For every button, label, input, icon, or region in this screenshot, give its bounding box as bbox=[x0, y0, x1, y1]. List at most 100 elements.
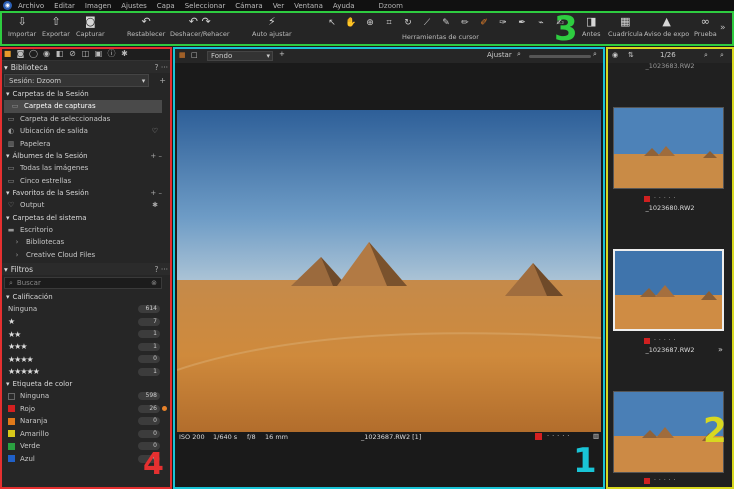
zoom-slider[interactable] bbox=[529, 55, 591, 58]
color-tag-icon[interactable] bbox=[535, 433, 542, 440]
favorite-settings-icon[interactable]: ✱ bbox=[152, 201, 158, 209]
crop-icon[interactable]: ⌗ bbox=[381, 17, 397, 29]
album-all[interactable]: ▭ Todas las imágenes bbox=[0, 162, 172, 175]
filters-search-input[interactable]: ⌕ Buscar ⊗ bbox=[4, 277, 162, 289]
zoom-fit-label[interactable]: Ajustar bbox=[487, 51, 512, 59]
color-row[interactable]: Naranja 0 bbox=[0, 415, 172, 428]
browser-search-icon[interactable]: ⌕ bbox=[720, 51, 724, 60]
single-view-icon[interactable]: □ bbox=[191, 51, 198, 59]
album-five-stars[interactable]: ▭ Cinco estrellas bbox=[0, 175, 172, 188]
rating-row[interactable]: ★ 7 bbox=[0, 316, 172, 329]
export-button[interactable]: ⇧ Exportar bbox=[42, 14, 70, 38]
grid-button[interactable]: ▦ Cuadrícula bbox=[608, 14, 643, 38]
zoom-in-icon[interactable]: ⌕ bbox=[593, 50, 597, 59]
session-select[interactable]: Sesión: Dzoom ▾ bbox=[4, 74, 150, 87]
menu-seleccionar[interactable]: Seleccionar bbox=[185, 2, 226, 10]
picker-icon[interactable]: ✎ bbox=[438, 17, 454, 29]
thumbnail-2-selected[interactable] bbox=[613, 249, 724, 331]
clear-search-icon[interactable]: ⊗ bbox=[151, 279, 157, 287]
star-rating-dots[interactable]: ····· bbox=[547, 432, 572, 440]
rating-row[interactable]: Ninguna 614 bbox=[0, 303, 172, 316]
layers-tab-icon[interactable]: ◧ bbox=[55, 49, 64, 58]
layer-select[interactable]: Fondo ▾ bbox=[207, 51, 273, 61]
gradient-icon[interactable]: ✒ bbox=[514, 17, 530, 29]
eye-icon[interactable]: ◉ bbox=[612, 51, 618, 59]
library-header[interactable]: ▾ Biblioteca ? ··· bbox=[0, 61, 172, 73]
panel-help-icon[interactable]: ? ··· bbox=[154, 63, 168, 72]
filters-help-icon[interactable]: ? ··· bbox=[154, 265, 168, 274]
expand-icon[interactable]: » bbox=[718, 345, 723, 354]
color-row[interactable]: Amarillo 0 bbox=[0, 428, 172, 441]
undo-redo-button[interactable]: ↶ ↷ Deshacer/Rehacer bbox=[170, 14, 230, 38]
exposure-warning-button[interactable]: ▲ Aviso de expo bbox=[644, 14, 689, 38]
settings-tab-icon[interactable]: ✱ bbox=[120, 49, 129, 58]
system-folders-header[interactable]: ▾ Carpetas del sistema bbox=[0, 212, 172, 224]
menu-capa[interactable]: Capa bbox=[157, 2, 175, 10]
browser-zoom-icon[interactable]: ⌕ bbox=[704, 51, 708, 60]
menu-camara[interactable]: Cámara bbox=[235, 2, 262, 10]
color-row[interactable]: Ninguna 598 bbox=[0, 390, 172, 403]
eraser-icon[interactable]: ✑ bbox=[495, 17, 511, 29]
thumb-3-rating[interactable]: ····· bbox=[644, 477, 679, 484]
sort-icon[interactable]: ⇅ bbox=[628, 51, 634, 59]
albums-header[interactable]: ▾ Álbumes de la Sesión + – bbox=[0, 150, 172, 162]
metadata-tab-icon[interactable]: ▣ bbox=[94, 49, 103, 58]
adjust-tab-icon[interactable]: ◫ bbox=[81, 49, 90, 58]
session-folders-header[interactable]: ▾ Carpetas de la Sesión bbox=[0, 88, 172, 100]
favorite-output[interactable]: ♡ Output ✱ bbox=[0, 199, 172, 212]
info-tab-icon[interactable]: ⓘ bbox=[107, 48, 116, 59]
rating-row[interactable]: ★★★★★ 1 bbox=[0, 366, 172, 379]
menu-imagen[interactable]: Imagen bbox=[85, 2, 111, 10]
library-tab-icon[interactable]: ■ bbox=[3, 49, 12, 58]
zoom-icon[interactable]: ⊕ bbox=[362, 17, 378, 29]
menu-ayuda[interactable]: Ayuda bbox=[333, 2, 355, 10]
menu-editar[interactable]: Editar bbox=[54, 2, 75, 10]
add-layer-icon[interactable]: + bbox=[279, 50, 285, 58]
filters-header[interactable]: ▾ Filtros ? ··· bbox=[0, 263, 172, 275]
menu-ventana[interactable]: Ventana bbox=[294, 2, 323, 10]
main-photo[interactable] bbox=[177, 110, 601, 432]
folder-output[interactable]: ◐ Ubicación de salida ♡ bbox=[0, 125, 172, 138]
lens-tab-icon[interactable]: ◯ bbox=[29, 49, 38, 58]
menu-ajustes[interactable]: Ajustes bbox=[121, 2, 147, 10]
favorite-heart-icon[interactable]: ♡ bbox=[152, 127, 158, 135]
toolbar-more-icon[interactable]: » bbox=[720, 23, 726, 33]
pan-hand-icon[interactable]: ✋ bbox=[343, 17, 359, 29]
color-tag-header[interactable]: ▾ Etiqueta de color bbox=[0, 378, 172, 390]
add-album-icon[interactable]: + – bbox=[150, 152, 162, 160]
reset-button[interactable]: ↶ Restablecer bbox=[127, 14, 165, 38]
capture-tab-icon[interactable]: ◙ bbox=[16, 49, 25, 58]
menu-archivo[interactable]: Archivo bbox=[18, 2, 44, 10]
capture-button[interactable]: ◙ Capturar bbox=[76, 14, 105, 38]
folder-selects[interactable]: ▭ Carpeta de seleccionadas bbox=[0, 113, 172, 126]
keystone-icon[interactable]: ⟋ bbox=[419, 17, 435, 29]
brush-active-icon[interactable]: ✐ bbox=[476, 17, 492, 29]
thumb-2-rating[interactable]: ····· bbox=[644, 337, 679, 344]
proof-button[interactable]: ∞ Prueba bbox=[694, 14, 717, 38]
menu-ver[interactable]: Ver bbox=[273, 2, 284, 10]
import-button[interactable]: ⇩ Importar bbox=[8, 14, 36, 38]
system-libraries[interactable]: › Bibliotecas bbox=[0, 236, 172, 249]
color-row[interactable]: Rojo 26 bbox=[0, 403, 172, 416]
rating-header[interactable]: ▾ Calificación bbox=[0, 291, 172, 303]
thumbnail-1[interactable] bbox=[613, 107, 724, 189]
thumb-1-rating[interactable]: ····· bbox=[644, 195, 679, 202]
auto-adjust-button[interactable]: ⚡ Auto ajustar bbox=[252, 14, 292, 38]
zoom-icon[interactable]: ⌕ bbox=[517, 50, 521, 59]
draw-mask-icon[interactable]: ✏ bbox=[457, 17, 473, 29]
heal-icon[interactable]: ⌁ bbox=[533, 17, 549, 29]
system-desktop[interactable]: ▬ Escritorio bbox=[0, 224, 172, 237]
add-session-icon[interactable]: + bbox=[159, 76, 166, 85]
rotate-icon[interactable]: ↻ bbox=[400, 17, 416, 29]
rating-row[interactable]: ★★ 1 bbox=[0, 328, 172, 341]
grid-view-icon[interactable]: ▦ bbox=[179, 51, 186, 59]
rating-row[interactable]: ★★★★ 0 bbox=[0, 353, 172, 366]
before-button[interactable]: ◨ Antes bbox=[582, 14, 601, 38]
system-creative-cloud[interactable]: › Creative Cloud Files bbox=[0, 249, 172, 262]
add-favorite-icon[interactable]: + – bbox=[150, 189, 162, 197]
folder-captures[interactable]: ▭ Carpeta de capturas bbox=[4, 100, 162, 113]
folder-trash[interactable]: ▥ Papelera bbox=[0, 138, 172, 151]
histogram-icon[interactable]: ▥ bbox=[593, 432, 599, 440]
details-tab-icon[interactable]: ⊘ bbox=[68, 49, 77, 58]
color-tab-icon[interactable]: ◉ bbox=[42, 49, 51, 58]
